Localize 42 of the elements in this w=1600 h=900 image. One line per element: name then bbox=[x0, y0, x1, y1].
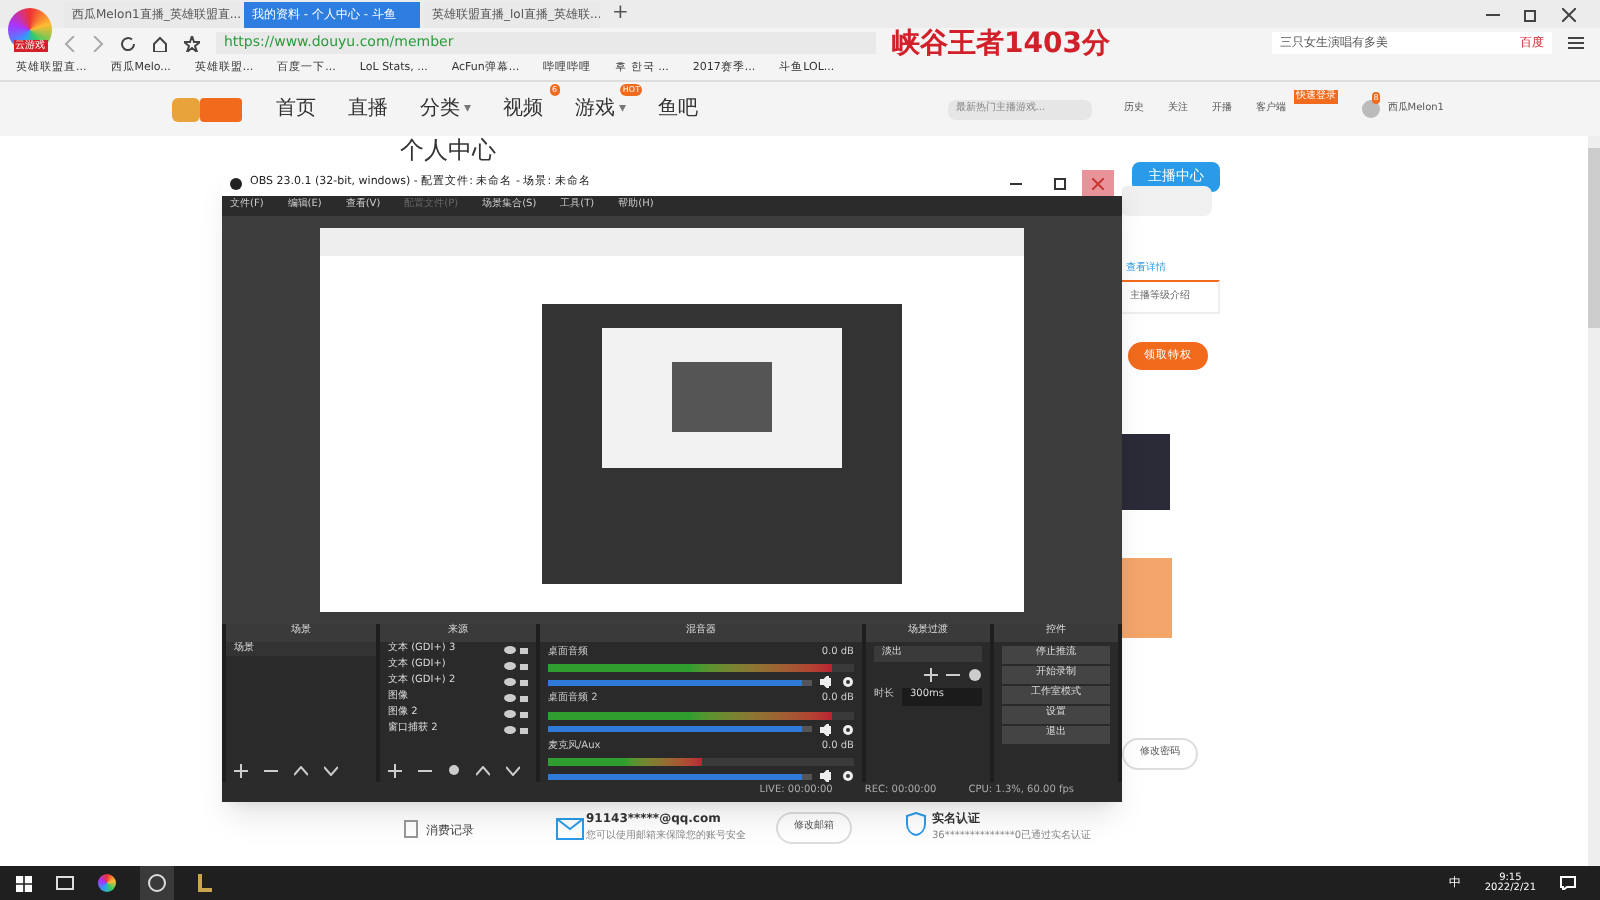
avatar-icon[interactable] bbox=[1361, 100, 1380, 118]
nav-link[interactable]: 分类 bbox=[420, 94, 460, 124]
star-icon[interactable] bbox=[184, 35, 200, 51]
menu-icon[interactable] bbox=[1568, 36, 1584, 50]
close-icon[interactable] bbox=[1562, 7, 1576, 21]
nav-link[interactable]: 鱼吧 bbox=[658, 94, 699, 124]
notification-icon[interactable] bbox=[1560, 876, 1576, 890]
info-card bbox=[1120, 186, 1212, 216]
mail-icon bbox=[556, 818, 584, 840]
add-icon[interactable] bbox=[234, 763, 248, 778]
minimize-icon[interactable] bbox=[1010, 177, 1022, 189]
maximize-icon[interactable] bbox=[1054, 177, 1066, 189]
page-title: 个人中心 bbox=[400, 138, 496, 162]
speaker-icon[interactable] bbox=[820, 676, 834, 689]
reload-icon[interactable] bbox=[120, 35, 136, 51]
shield-icon bbox=[906, 812, 926, 836]
speaker-icon[interactable] bbox=[820, 770, 834, 783]
obs-logo-icon bbox=[230, 177, 242, 189]
down-icon[interactable] bbox=[324, 765, 338, 776]
fish-logo-icon[interactable] bbox=[172, 93, 244, 125]
receipt-icon bbox=[404, 820, 418, 838]
nav-link[interactable]: 视频 bbox=[503, 94, 544, 124]
new-tab-icon[interactable]: + bbox=[604, 4, 637, 24]
task-view-icon[interactable] bbox=[56, 876, 74, 890]
nav-link[interactable]: 直播 bbox=[348, 94, 388, 124]
nav-link[interactable]: 首页 bbox=[276, 94, 316, 124]
restore-icon[interactable] bbox=[1524, 7, 1538, 21]
obs-app-icon[interactable] bbox=[140, 866, 174, 900]
add-icon[interactable] bbox=[388, 763, 402, 778]
speaker-icon[interactable] bbox=[820, 723, 834, 736]
up-icon[interactable] bbox=[294, 765, 308, 776]
add-icon[interactable] bbox=[924, 667, 938, 682]
up-icon[interactable] bbox=[476, 765, 490, 776]
home-icon[interactable] bbox=[152, 35, 168, 51]
down-icon[interactable] bbox=[506, 765, 520, 776]
game-app-icon[interactable] bbox=[198, 874, 212, 892]
windows-start-icon[interactable] bbox=[16, 875, 32, 891]
scrollbar-thumb[interactable] bbox=[1588, 148, 1600, 328]
close-icon bbox=[1092, 177, 1104, 189]
browser-app-icon[interactable] bbox=[98, 874, 116, 892]
nav-link[interactable]: 游戏 bbox=[575, 94, 616, 124]
overlay-text: 峡谷王者1403分 bbox=[892, 29, 1110, 57]
